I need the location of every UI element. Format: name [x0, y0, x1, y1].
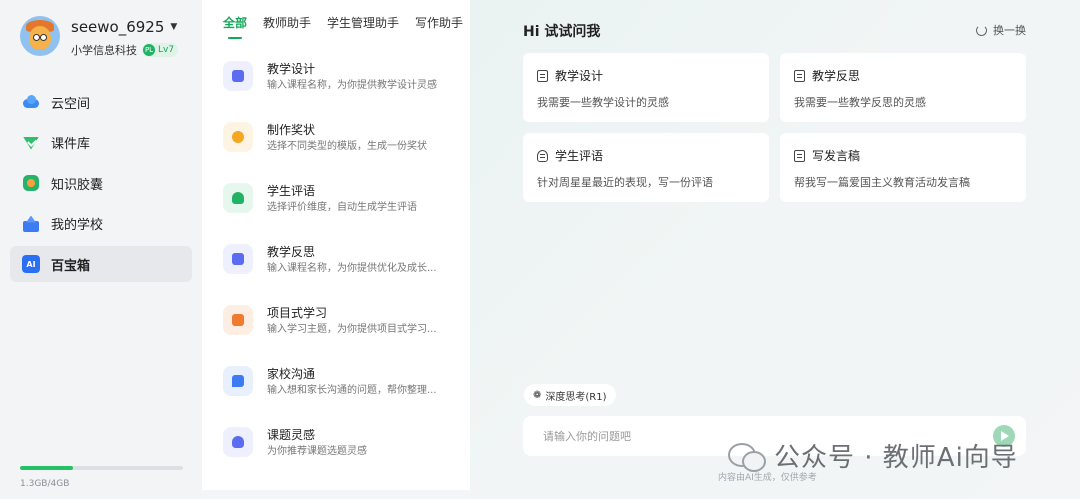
level-text: Lv7 [158, 45, 175, 55]
sidebar-item-label: 知识胶囊 [51, 177, 104, 193]
tool-title: 学生评语 [267, 184, 316, 198]
tool-desc: 选择不同类型的模版，生成一份奖状 [267, 141, 427, 152]
deep-think-icon: ❁ [533, 389, 542, 401]
briefcase-icon [223, 305, 253, 335]
tool-title: 项目式学习 [267, 306, 328, 320]
card-desc: 我需要一些教学反思的灵感 [794, 96, 926, 109]
sidebar-nav: 云空间 课件库 知识胶囊 我的学校 AI 百宝箱 [10, 84, 192, 287]
caret-down-icon[interactable]: ▼ [170, 22, 177, 32]
lesson-design-icon [223, 61, 253, 91]
deep-think-toggle[interactable]: ❁ 深度思考(R1) [524, 384, 616, 406]
sidebar-item-toolbox[interactable]: AI 百宝箱 [10, 246, 192, 282]
chat-main: Hi 试试问我 换一换 教学设计 我需要一些教学设计的灵感 教学反思 我需要一些… [470, 0, 1080, 499]
tool-desc: 为你推荐课题选题灵感 [267, 446, 367, 457]
tool-desc: 选择评价维度，自动生成学生评语 [267, 202, 417, 213]
tool-panel: 全部 教师助手 学生管理助手 写作助手 教学设计 输入课程名称，为你提供教学设计… [202, 0, 470, 490]
card-title: 教学反思 [812, 69, 861, 83]
card-title: 学生评语 [555, 149, 604, 163]
tab-student-management[interactable]: 学生管理助手 [327, 14, 399, 39]
school-icon [22, 215, 40, 233]
storage-usage: 1.3GB/4GB [20, 466, 183, 489]
reflection-icon [223, 244, 253, 274]
card-desc: 我需要一些教学设计的灵感 [537, 96, 669, 109]
tool-title: 家校沟通 [267, 367, 316, 381]
tool-desc: 输入学习主题，为你提供项目式学习... [267, 324, 437, 335]
tool-title: 课题灵感 [267, 428, 316, 442]
watermark: 公众号 · 教师Ai向导 [728, 437, 1018, 474]
tool-item-student-comment[interactable]: 学生评语 选择评价维度，自动生成学生评语 [223, 172, 463, 233]
wechat-logo-icon [728, 439, 766, 473]
watermark-text: 公众号 · 教师Ai向导 [774, 443, 1018, 473]
page-title: Hi 试试问我 [523, 24, 601, 40]
knowledge-capsule-icon [22, 174, 40, 192]
storage-text: 1.3GB/4GB [20, 479, 70, 489]
refresh-button[interactable]: 换一换 [976, 22, 1026, 38]
sidebar-item-my-school[interactable]: 我的学校 [10, 206, 192, 242]
tab-teacher-assistant[interactable]: 教师助手 [263, 14, 311, 39]
tool-item-project-learning[interactable]: 项目式学习 输入学习主题，为你提供项目式学习... [223, 294, 463, 355]
user-info: seewo_6925 ▼ 小学信息科技 PL Lv7 [71, 16, 179, 58]
tool-list: 教学设计 输入课程名称，为你提供教学设计灵感 制作奖状 选择不同类型的模版，生成… [223, 50, 463, 477]
tool-desc: 输入想和家长沟通的问题，帮你整理... [267, 385, 437, 396]
user-profile[interactable]: seewo_6925 ▼ 小学信息科技 PL Lv7 [20, 16, 179, 58]
sidebar-item-label: 云空间 [51, 96, 91, 112]
sidebar-item-courseware[interactable]: 课件库 [10, 125, 192, 161]
tab-writing-assistant[interactable]: 写作助手 [415, 14, 463, 39]
suggestion-card-lesson-design[interactable]: 教学设计 我需要一些教学设计的灵感 [523, 53, 769, 122]
sidebar-item-label: 我的学校 [51, 218, 104, 233]
tool-desc: 输入课程名称，为你提供教学设计灵感 [267, 80, 437, 91]
deep-think-label: 深度思考(R1) [545, 391, 607, 403]
edit-document-icon [794, 69, 805, 82]
document-icon [537, 69, 548, 82]
lightbulb-icon [223, 427, 253, 457]
username: seewo_6925 [71, 18, 165, 36]
org-name: 小学信息科技 [71, 44, 137, 57]
sidebar-item-cloud[interactable]: 云空间 [10, 84, 192, 120]
person-icon [537, 149, 548, 162]
card-desc: 帮我写一篇爱国主义教育活动发言稿 [794, 176, 970, 189]
tool-tabs: 全部 教师助手 学生管理助手 写作助手 [223, 14, 470, 39]
level-badge: PL Lv7 [142, 43, 179, 57]
storage-bar [20, 466, 183, 470]
tool-title: 制作奖状 [267, 123, 316, 137]
tool-title: 教学反思 [267, 245, 316, 259]
tool-item-topic-inspiration[interactable]: 课题灵感 为你推荐课题选题灵感 [223, 416, 463, 477]
card-title: 写发言稿 [812, 149, 861, 163]
courseware-icon [22, 134, 40, 152]
tool-item-certificate[interactable]: 制作奖状 选择不同类型的模版，生成一份奖状 [223, 111, 463, 172]
tool-item-teaching-reflection[interactable]: 教学反思 输入课程名称，为你提供优化及成长... [223, 233, 463, 294]
speech-document-icon [794, 149, 805, 162]
refresh-label: 换一换 [993, 24, 1026, 37]
level-icon: PL [143, 44, 155, 56]
tool-item-lesson-design[interactable]: 教学设计 输入课程名称，为你提供教学设计灵感 [223, 50, 463, 111]
student-comment-icon [223, 183, 253, 213]
cloud-icon [22, 93, 40, 111]
tool-desc: 输入课程名称，为你提供优化及成长... [267, 263, 437, 274]
tool-title: 教学设计 [267, 62, 316, 76]
tab-all[interactable]: 全部 [223, 14, 247, 39]
username-row[interactable]: seewo_6925 ▼ [71, 16, 178, 38]
award-icon [223, 122, 253, 152]
card-desc: 针对周星星最近的表现，写一份评语 [537, 176, 713, 189]
card-title: 教学设计 [555, 69, 604, 83]
sidebar: seewo_6925 ▼ 小学信息科技 PL Lv7 云空间 课件库 知识胶囊 [0, 0, 202, 499]
suggestion-card-reflection[interactable]: 教学反思 我需要一些教学反思的灵感 [780, 53, 1026, 122]
tool-item-home-school[interactable]: 家校沟通 输入想和家长沟通的问题，帮你整理... [223, 355, 463, 416]
chat-icon [223, 366, 253, 396]
sidebar-item-knowledge-capsule[interactable]: 知识胶囊 [10, 165, 192, 201]
avatar[interactable] [20, 16, 60, 56]
sidebar-item-label: 课件库 [51, 137, 91, 152]
refresh-icon [976, 24, 987, 36]
suggestion-card-student-comment[interactable]: 学生评语 针对周星星最近的表现，写一份评语 [523, 133, 769, 202]
org-row: 小学信息科技 PL Lv7 [71, 42, 179, 58]
ai-toolbox-icon: AI [22, 255, 40, 273]
sidebar-item-label: 百宝箱 [51, 258, 91, 274]
suggestion-card-speech[interactable]: 写发言稿 帮我写一篇爱国主义教育活动发言稿 [780, 133, 1026, 202]
storage-fill [20, 466, 73, 470]
